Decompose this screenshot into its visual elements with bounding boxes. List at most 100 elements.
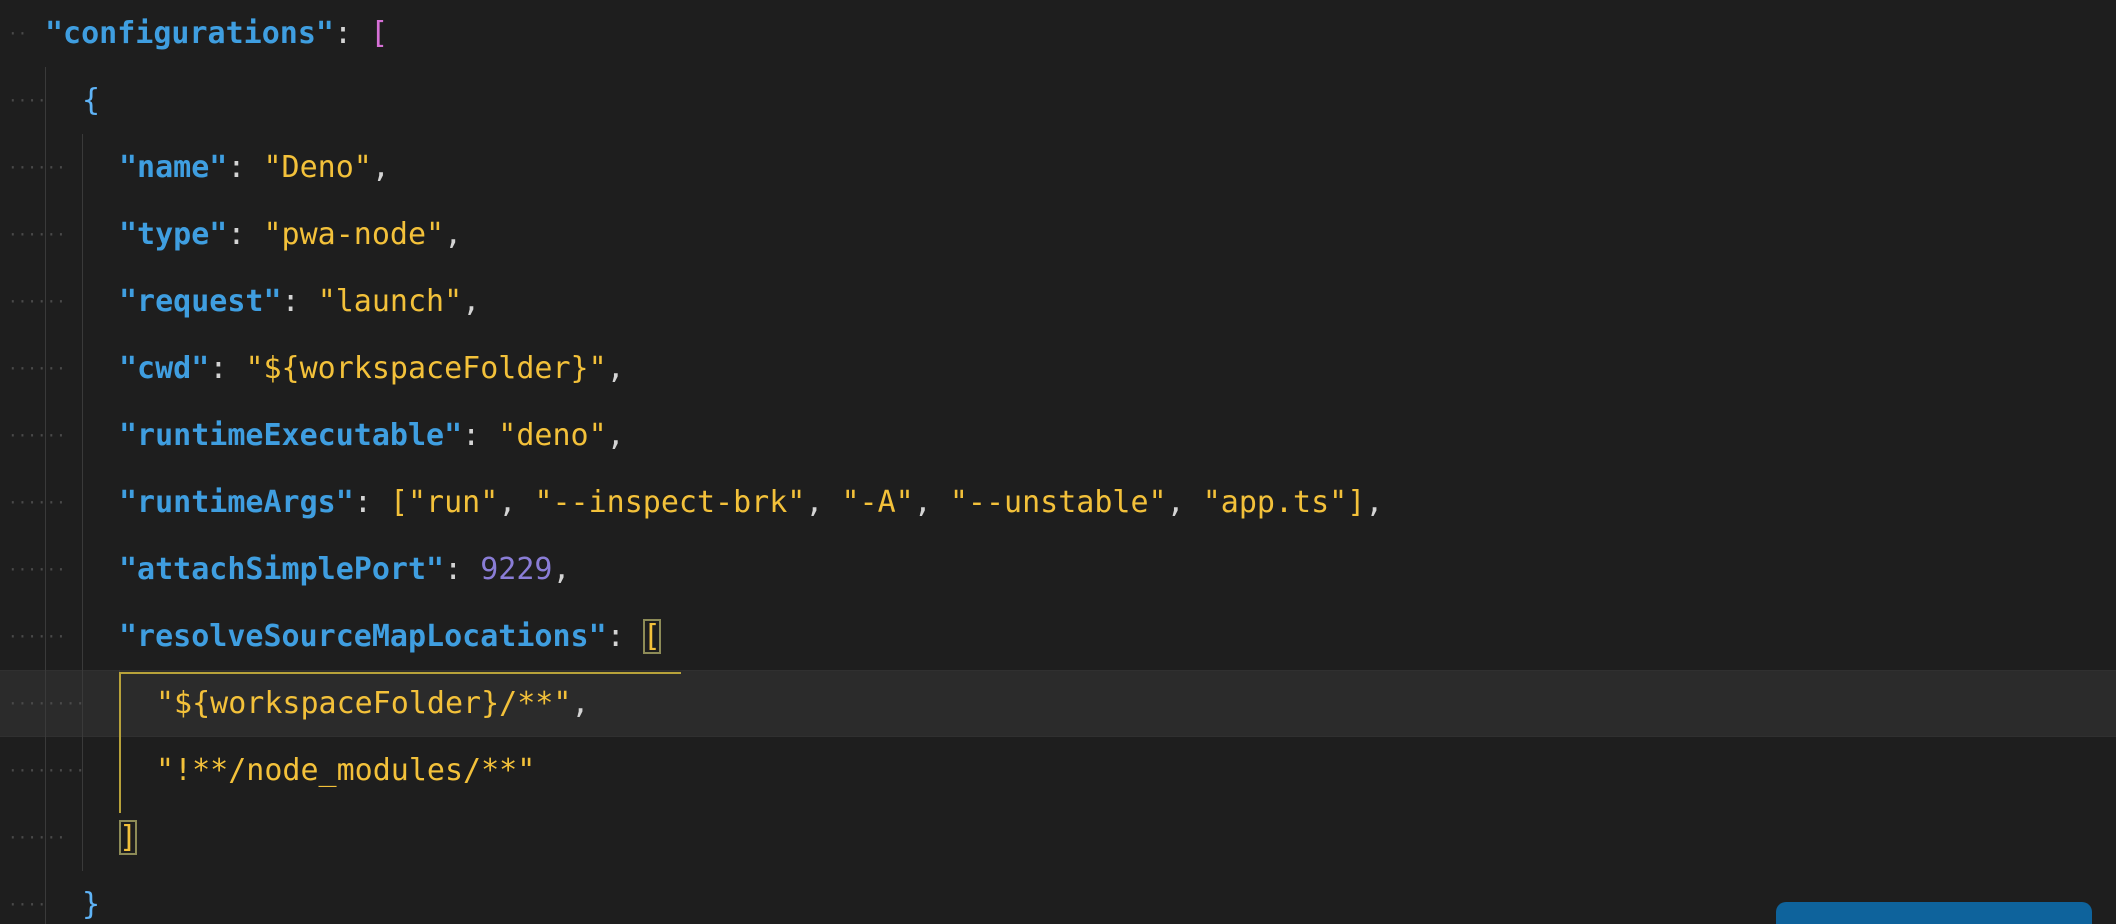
whitespace-markers: ···· bbox=[8, 91, 47, 110]
code-text: "${workspaceFolder}/**", bbox=[156, 670, 589, 737]
code-token: : bbox=[462, 418, 499, 453]
code-text: ] bbox=[119, 804, 138, 871]
code-token: , bbox=[462, 284, 481, 319]
code-token: , bbox=[1166, 485, 1203, 520]
indent-guide bbox=[82, 335, 83, 402]
code-text: { bbox=[82, 67, 100, 134]
code-token: "configurations" bbox=[45, 16, 334, 51]
code-text: "runtimeArgs": ["run", "--inspect-brk", … bbox=[119, 469, 1383, 536]
whitespace-markers: ······ bbox=[8, 359, 66, 378]
whitespace-markers: ···· bbox=[8, 895, 47, 914]
indent-guide bbox=[82, 402, 83, 469]
bracket-scope-left bbox=[119, 672, 121, 813]
code-editor[interactable]: ····} ······] ········ "!**/node_modules/**… bbox=[0, 0, 2116, 924]
code-token: "resolveSourceMapLocations" bbox=[119, 619, 607, 654]
code-token: [ bbox=[642, 619, 661, 654]
code-token: : bbox=[606, 619, 643, 654]
indent-guide bbox=[82, 536, 83, 603]
code-line[interactable]: ······ "resolveSourceMapLocations": [ bbox=[0, 603, 2116, 670]
code-line[interactable]: ·· "configurations": [ bbox=[0, 0, 2116, 67]
code-line[interactable]: ········ "${workspaceFolder}/**", bbox=[0, 670, 2116, 737]
code-line[interactable]: ······ "type": "pwa-node", bbox=[0, 201, 2116, 268]
indent-guide bbox=[82, 804, 83, 871]
code-token: , bbox=[444, 217, 463, 252]
whitespace-markers: ······ bbox=[8, 225, 66, 244]
code-token: "--unstable" bbox=[949, 485, 1167, 520]
code-line[interactable]: ········ "!**/node_modules/**" bbox=[0, 737, 2116, 804]
code-token: "run" bbox=[408, 485, 499, 520]
code-token: "name" bbox=[119, 150, 228, 185]
code-line[interactable]: ······ "attachSimplePort": 9229, bbox=[0, 536, 2116, 603]
code-token: [ bbox=[370, 16, 389, 51]
whitespace-markers: ······ bbox=[8, 158, 66, 177]
code-token: , bbox=[805, 485, 842, 520]
code-token: , bbox=[498, 485, 535, 520]
code-token: "--inspect-brk" bbox=[534, 485, 806, 520]
code-line[interactable]: ······ "name": "Deno", bbox=[0, 134, 2116, 201]
indent-guide bbox=[82, 201, 83, 268]
code-token: , bbox=[371, 150, 390, 185]
code-token: ] bbox=[1347, 485, 1366, 520]
code-token: , bbox=[606, 418, 625, 453]
code-text: "cwd": "${workspaceFolder}", bbox=[119, 335, 625, 402]
code-token: "cwd" bbox=[119, 351, 210, 386]
code-token: "runtimeExecutable" bbox=[119, 418, 463, 453]
code-text: "resolveSourceMapLocations": [ bbox=[119, 603, 661, 670]
code-token: "launch" bbox=[317, 284, 463, 319]
editor-action-button[interactable] bbox=[1776, 902, 2092, 924]
indent-guide bbox=[82, 603, 83, 670]
code-token: "${workspaceFolder}/**" bbox=[156, 686, 572, 721]
code-text: "name": "Deno", bbox=[119, 134, 390, 201]
code-token: "request" bbox=[119, 284, 282, 319]
code-token: , bbox=[913, 485, 950, 520]
code-line[interactable]: ······] bbox=[0, 804, 2116, 871]
code-token: { bbox=[82, 83, 101, 118]
code-token: "!**/node_modules/**" bbox=[156, 753, 536, 788]
code-text: "request": "launch", bbox=[119, 268, 480, 335]
code-line[interactable]: ······ "runtimeArgs": ["run", "--inspect-… bbox=[0, 469, 2116, 536]
code-token: , bbox=[571, 686, 590, 721]
code-token: : bbox=[353, 485, 390, 520]
code-line[interactable]: ······ "runtimeExecutable": "deno", bbox=[0, 402, 2116, 469]
code-token: "${workspaceFolder}" bbox=[245, 351, 607, 386]
whitespace-markers: ······ bbox=[8, 493, 66, 512]
indent-guide bbox=[82, 134, 83, 201]
indent-guide bbox=[82, 469, 83, 536]
code-line[interactable]: ···· { bbox=[0, 67, 2116, 134]
code-text: "!**/node_modules/**" bbox=[156, 737, 535, 804]
whitespace-markers: ······ bbox=[8, 828, 66, 847]
code-token: ] bbox=[119, 820, 138, 855]
whitespace-markers: ······ bbox=[8, 560, 66, 579]
code-token: "pwa-node" bbox=[263, 217, 445, 252]
code-token: , bbox=[1365, 485, 1384, 520]
code-token: : bbox=[333, 16, 371, 51]
code-token: [ bbox=[389, 485, 408, 520]
code-line[interactable]: ······ "request": "launch", bbox=[0, 268, 2116, 335]
code-token: } bbox=[82, 887, 101, 922]
code-token: "type" bbox=[119, 217, 228, 252]
indent-guide bbox=[82, 268, 83, 335]
code-text: "runtimeExecutable": "deno", bbox=[119, 402, 625, 469]
code-token: : bbox=[227, 217, 264, 252]
code-token: "deno" bbox=[498, 418, 607, 453]
whitespace-markers: ········ bbox=[8, 694, 86, 713]
code-token: "-A" bbox=[841, 485, 914, 520]
whitespace-markers: ········ bbox=[8, 761, 86, 780]
code-token: : bbox=[281, 284, 318, 319]
code-token: "attachSimplePort" bbox=[119, 552, 445, 587]
whitespace-markers: ······ bbox=[8, 426, 66, 445]
whitespace-markers: ······ bbox=[8, 627, 66, 646]
code-token: 9229 bbox=[480, 552, 553, 587]
code-token: : bbox=[227, 150, 264, 185]
whitespace-markers: ·· bbox=[8, 24, 28, 43]
code-token: : bbox=[444, 552, 481, 587]
code-text: "type": "pwa-node", bbox=[119, 201, 462, 268]
code-token: "Deno" bbox=[263, 150, 372, 185]
code-text: } bbox=[82, 871, 100, 924]
code-token: : bbox=[209, 351, 246, 386]
code-text: "configurations": [ bbox=[45, 0, 388, 67]
code-token: , bbox=[552, 552, 571, 587]
code-text: "attachSimplePort": 9229, bbox=[119, 536, 571, 603]
code-token: "runtimeArgs" bbox=[119, 485, 354, 520]
code-line[interactable]: ······ "cwd": "${workspaceFolder}", bbox=[0, 335, 2116, 402]
